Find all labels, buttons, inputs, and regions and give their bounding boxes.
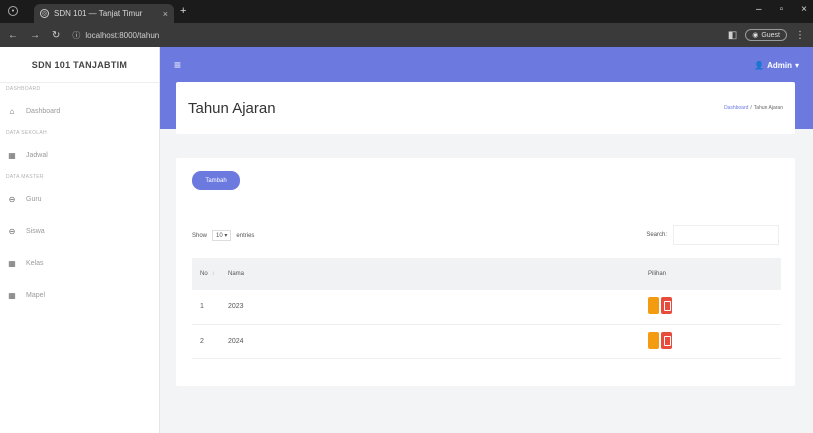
grid-icon: ▦ [8,290,16,300]
sidebar-item-kelas[interactable]: ▦ Kelas [0,247,159,279]
browser-more-icon[interactable]: ⋮ [795,30,805,41]
breadcrumb: Dashboard / Tahun Ajaran [724,105,783,111]
breadcrumb-current: Tahun Ajaran [753,105,783,111]
window-controls: – ▫ × [756,4,807,15]
column-header-label: No [200,271,208,277]
search-input[interactable] [673,225,779,245]
top-navbar: ≡ 👤 Admin ▾ [160,47,813,83]
main-card: Tambah Show 10 ▾ entries Search: No ↕ Nam… [176,158,795,386]
sidepanel-icon[interactable]: ◧ [728,30,737,41]
sidebar-item-label: Guru [26,195,42,203]
sidebar-item-siswa[interactable]: ⊖ Siswa [0,215,159,247]
minimize-icon[interactable]: – [756,4,762,15]
column-header-label: Nama [228,271,245,277]
cell-nama: 2024 [228,337,244,345]
sort-icon: ↕ [211,271,215,277]
new-tab-icon[interactable]: + [180,5,186,17]
sidebar-item-label: Mapel [26,291,46,299]
browser-menu-icon[interactable]: • [8,6,18,16]
add-button[interactable]: Tambah [192,171,240,190]
guest-profile-button[interactable]: ◉ Guest [745,29,787,41]
breadcrumb-separator: / [750,105,752,111]
cell-nama: 2023 [228,303,244,311]
browser-tab-bar: • ◎ SDN 101 — Tanjat Timur × + – ▫ × [0,0,813,23]
back-icon[interactable]: ← [8,30,18,41]
forward-icon[interactable]: → [30,30,40,41]
table-row: 1 2023 [192,290,781,324]
user-name: Admin [767,60,792,70]
edit-button[interactable] [648,297,659,315]
breadcrumb-link-dashboard[interactable]: Dashboard [724,105,748,111]
data-table: No ↕ Nama Pilihan 1 2023 2 2024 [192,258,781,359]
site-info-icon[interactable]: ⓘ [72,30,80,41]
browser-address-bar: ← → ↻ ⓘ localhost:8000/tahun ◧ ◉ Guest ⋮ [0,23,813,47]
user-icon: 👤 [754,60,765,70]
show-label: Show [192,232,208,239]
cell-actions [640,290,781,324]
browser-tab-title: SDN 101 — Tanjat Timur [54,9,143,18]
column-header-no[interactable]: No ↕ [192,258,220,290]
brand-title: SDN 101 TANJABTIM [0,47,159,83]
sidebar-item-jadwal[interactable]: ▦ Jadwal [0,139,159,171]
sidebar-item-label: Kelas [26,259,44,267]
delete-button[interactable] [661,297,672,315]
sidebar: SDN 101 TANJABTIM DASHBOARD ⌂ Dashboard … [0,47,160,433]
profile-icon: ◉ [752,32,759,39]
cell-no: 2 [200,337,204,345]
column-header-label: Pilihan [648,271,667,277]
sidebar-heading: DASHBOARD [6,86,41,92]
grid-icon: ▦ [8,150,16,160]
maximize-icon[interactable]: ▫ [780,4,784,15]
page-header-card: Tahun Ajaran Dashboard / Tahun Ajaran [176,82,795,134]
table-header-row: No ↕ Nama Pilihan [192,258,781,290]
entries-label: entries [236,232,255,239]
search-label: Search: [646,232,667,238]
browser-tab[interactable]: ◎ SDN 101 — Tanjat Timur × [34,4,174,23]
page-title: Tahun Ajaran [188,99,276,117]
sidebar-item-mapel[interactable]: ▦ Mapel [0,279,159,311]
page-size-value: 10 [216,233,223,239]
sidebar-item-label: Siswa [26,227,45,235]
address-bar-actions: ◧ ◉ Guest ⋮ [728,29,805,41]
chevron-down-icon: ▾ [794,60,799,70]
search-control: Search: [646,225,779,245]
user-icon: ⊖ [8,194,16,204]
sidebar-heading: DATA SEKOLAH [6,130,47,136]
page-size-control: Show 10 ▾ entries [192,230,254,241]
sidebar-item-label: Jadwal [26,151,48,159]
user-icon: ⊖ [8,226,16,236]
sidebar-item-dashboard[interactable]: ⌂ Dashboard [0,95,159,127]
table-row: 2 2024 [192,324,781,358]
url-field[interactable]: ⓘ localhost:8000/tahun [72,30,159,41]
chevron-down-icon: ▾ [224,233,228,239]
window-close-icon[interactable]: × [801,4,807,15]
cell-no: 1 [200,303,204,311]
sidebar-item-guru[interactable]: ⊖ Guru [0,183,159,215]
delete-button[interactable] [661,331,672,349]
hamburger-icon[interactable]: ≡ [174,58,181,72]
column-header-pilihan: Pilihan [640,258,781,290]
sidebar-heading: DATA MASTER [6,174,44,180]
cell-actions [640,324,781,358]
page-size-select[interactable]: 10 ▾ [212,230,232,241]
guest-label: Guest [761,31,780,39]
edit-button[interactable] [648,331,659,349]
reload-icon[interactable]: ↻ [52,30,60,41]
globe-icon: ◎ [40,9,49,18]
grid-icon: ▦ [8,258,16,268]
url-text: localhost:8000/tahun [85,30,160,40]
user-menu[interactable]: 👤 Admin ▾ [754,61,799,70]
home-icon: ⌂ [9,106,15,116]
column-header-nama[interactable]: Nama [220,258,640,290]
close-icon[interactable]: × [163,9,168,19]
sidebar-item-label: Dashboard [26,107,61,115]
